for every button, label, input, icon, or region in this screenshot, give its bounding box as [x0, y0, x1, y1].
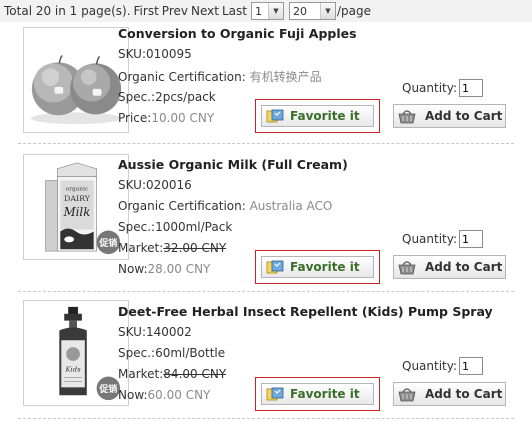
- favorite-icon: [266, 260, 284, 274]
- favorite-button[interactable]: Favorite it: [261, 105, 374, 127]
- now-price-value: 60.00 CNY: [147, 388, 211, 402]
- now-price-label: Now:: [118, 262, 148, 276]
- now-price-value: 28.00 CNY: [147, 262, 211, 276]
- page-select-value: 1: [254, 4, 262, 18]
- add-to-cart-button[interactable]: Add to Cart: [393, 255, 506, 279]
- product-price: Price:10.00 CNY: [118, 111, 214, 125]
- per-page-select[interactable]: 20 ▼: [288, 2, 336, 20]
- product-sku: SKU:020016: [118, 178, 192, 192]
- certification-value: Australia ACO: [249, 199, 333, 213]
- item-divider: [18, 418, 514, 419]
- market-price-label: Market:: [118, 241, 164, 255]
- product-market-price: Market:84.00 CNY: [118, 367, 226, 381]
- product-now-price: Now:60.00 CNY: [118, 388, 210, 402]
- product-now-price: Now:28.00 CNY: [118, 262, 210, 276]
- certification-label: Organic Certification:: [118, 199, 246, 213]
- spray-bottle-image: Kids 促销: [24, 301, 128, 405]
- certification-label: Organic Certification:: [118, 70, 246, 84]
- carton-text-organic: organic: [66, 186, 89, 192]
- add-to-cart-label: Add to Cart: [425, 260, 503, 274]
- product-certification: Organic Certification: 有机转换产品: [118, 68, 322, 85]
- shopping-basket-icon: [398, 110, 416, 124]
- chevron-down-icon: ▼: [319, 3, 335, 19]
- favorite-button[interactable]: Favorite it: [261, 383, 374, 405]
- product-market-price: Market:32.00 CNY: [118, 241, 226, 255]
- favorite-highlight: Favorite it: [255, 99, 380, 133]
- page-select[interactable]: 1 ▼: [250, 2, 284, 20]
- market-price-label: Market:: [118, 367, 164, 381]
- last-page-link[interactable]: Last: [222, 4, 247, 18]
- price-value: 10.00 CNY: [151, 111, 215, 125]
- product-certification: Organic Certification: Australia ACO: [118, 199, 332, 213]
- pagination-summary: Total 20 in 1 page(s).: [4, 4, 131, 18]
- per-page-select-value: 20: [292, 4, 307, 18]
- product-image[interactable]: [23, 27, 129, 133]
- quantity-label: Quantity:: [402, 81, 458, 95]
- price-label: Price:: [118, 111, 152, 125]
- bottle-text-kids: Kids: [64, 366, 81, 374]
- favorite-highlight: Favorite it: [255, 250, 380, 284]
- promo-badge: 促销: [99, 383, 118, 395]
- milk-carton-image: organic DAIRY Milk 促销: [24, 155, 128, 259]
- product-image[interactable]: organic DAIRY Milk 促销: [23, 154, 129, 260]
- favorite-button[interactable]: Favorite it: [261, 256, 374, 278]
- first-page-link[interactable]: First: [134, 4, 159, 18]
- favorite-button-label: Favorite it: [290, 387, 360, 401]
- product-name[interactable]: Conversion to Organic Fuji Apples: [118, 26, 357, 41]
- product-sku: SKU:010095: [118, 47, 192, 61]
- product-spec: Spec.:1000ml/Pack: [118, 220, 233, 234]
- apples-image: [24, 28, 128, 132]
- certification-value: 有机转换产品: [249, 70, 322, 84]
- chevron-down-icon: ▼: [267, 3, 283, 19]
- add-to-cart-label: Add to Cart: [425, 387, 503, 401]
- quantity-input[interactable]: [459, 79, 484, 97]
- pagination-bar: Total 20 in 1 page(s). First Prev Next L…: [0, 0, 532, 22]
- quantity-control: Quantity:: [402, 357, 484, 375]
- quantity-control: Quantity:: [402, 79, 484, 97]
- favorite-button-label: Favorite it: [290, 109, 360, 123]
- quantity-control: Quantity:: [402, 230, 484, 248]
- carton-text-dairy: DAIRY: [64, 194, 91, 203]
- next-page-link[interactable]: Next: [191, 4, 219, 18]
- shopping-basket-icon: [398, 261, 416, 275]
- carton-text-milk: Milk: [63, 205, 91, 219]
- item-divider: [18, 143, 514, 144]
- market-price-value: 32.00 CNY: [163, 241, 227, 255]
- add-to-cart-label: Add to Cart: [425, 109, 503, 123]
- quantity-input[interactable]: [459, 357, 484, 375]
- favorite-icon: [266, 387, 284, 401]
- product-image[interactable]: Kids 促销: [23, 300, 129, 406]
- item-divider: [18, 291, 514, 292]
- quantity-label: Quantity:: [402, 232, 458, 246]
- favorite-highlight: Favorite it: [255, 377, 380, 411]
- shopping-basket-icon: [398, 388, 416, 402]
- product-spec: Spec.:60ml/Bottle: [118, 346, 226, 360]
- product-sku: SKU:140002: [118, 325, 192, 339]
- add-to-cart-button[interactable]: Add to Cart: [393, 104, 506, 128]
- quantity-input[interactable]: [459, 230, 484, 248]
- favorite-button-label: Favorite it: [290, 260, 360, 274]
- prev-page-link[interactable]: Prev: [162, 4, 188, 18]
- quantity-label: Quantity:: [402, 359, 458, 373]
- product-name[interactable]: Aussie Organic Milk (Full Cream): [118, 157, 348, 172]
- promo-badge: 促销: [99, 237, 118, 249]
- now-price-label: Now:: [118, 388, 148, 402]
- per-page-suffix: /page: [336, 4, 371, 18]
- favorite-icon: [266, 109, 284, 123]
- market-price-value: 84.00 CNY: [163, 367, 227, 381]
- product-name[interactable]: Deet-Free Herbal Insect Repellent (Kids)…: [118, 304, 493, 319]
- add-to-cart-button[interactable]: Add to Cart: [393, 382, 506, 406]
- product-spec: Spec.:2pcs/pack: [118, 90, 216, 104]
